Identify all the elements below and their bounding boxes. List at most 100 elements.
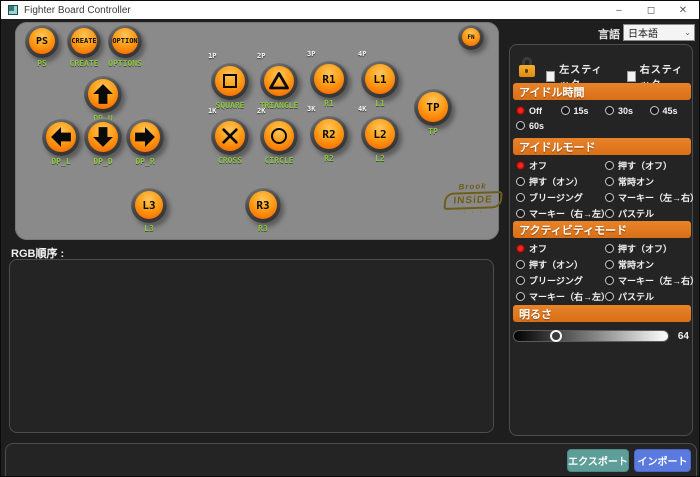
checkbox-icon[interactable] (546, 70, 556, 82)
fn-button[interactable]: FN (458, 24, 484, 50)
dp_l-button[interactable]: DP_L (42, 118, 80, 166)
radio-option[interactable]: 押す（オン） (513, 256, 602, 272)
brightness-slider-row: 64 (513, 330, 691, 342)
idle-time-header: アイドル時間 (513, 83, 691, 100)
r2-button[interactable]: 3K R2 R2 (307, 105, 348, 163)
title-bar: Fighter Board Controller – ◻ ✕ (1, 1, 699, 19)
radio-option[interactable]: マーキー（左→右） (602, 272, 699, 288)
radio-option[interactable]: 60s (513, 118, 558, 133)
radio-option[interactable]: パステル (602, 288, 691, 304)
radio-icon[interactable] (605, 208, 614, 218)
export-button[interactable]: エクスポート (567, 449, 629, 472)
radio-option[interactable]: 15s (558, 103, 603, 118)
triangle-icon (269, 72, 289, 90)
radio-icon[interactable] (516, 259, 525, 269)
tp-caption: TP (428, 127, 438, 136)
app-icon (8, 5, 18, 15)
settings-panel: 左スティック右スティック アイドル時間 Off15s30s45s60s アイドル… (509, 44, 699, 436)
import-button[interactable]: インポート (634, 449, 691, 472)
radio-option[interactable]: パステル (602, 205, 691, 221)
radio-icon[interactable] (516, 243, 525, 253)
rgb-order-panel (9, 259, 494, 433)
radio-option[interactable]: 45s (647, 103, 692, 118)
language-label: 言語 (598, 29, 620, 41)
radio-icon[interactable] (605, 192, 614, 202)
radio-icon[interactable] (516, 192, 525, 202)
radio-option[interactable]: 常時オン (602, 173, 691, 189)
radio-icon[interactable] (516, 160, 525, 170)
create-button[interactable]: CREATE CREATE (67, 24, 101, 68)
l1-caption: L1 (375, 99, 385, 108)
r1-button[interactable]: 3P R1 R1 (307, 50, 348, 108)
brightness-slider-thumb[interactable] (550, 330, 562, 342)
radio-icon[interactable] (516, 121, 525, 130)
r2-caption: R2 (324, 154, 334, 163)
language-selected: 日本語 (628, 29, 658, 40)
radio-option[interactable]: マーキー（右→左） (513, 288, 610, 304)
lock-icon[interactable] (518, 57, 536, 78)
radio-option[interactable]: Off (513, 103, 558, 118)
circle-slot-label: 2K (257, 107, 266, 115)
r3-button[interactable]: R3 R3 (245, 187, 281, 233)
minimize-button[interactable]: – (603, 1, 635, 19)
checkbox-icon[interactable] (626, 70, 636, 82)
ps-caption: PS (37, 59, 47, 68)
radio-option[interactable]: 押す（オン） (513, 173, 602, 189)
square-button[interactable]: 1P SQUARE (208, 52, 249, 110)
radio-option[interactable]: 押す（オフ） (602, 240, 691, 256)
radio-icon[interactable] (605, 106, 614, 115)
radio-icon[interactable] (560, 106, 570, 115)
radio-option[interactable]: マーキー（左→右） (602, 189, 699, 205)
radio-option[interactable]: オフ (513, 157, 602, 173)
activity-mode-header: アクティビティモード (513, 221, 691, 238)
close-button[interactable]: ✕ (667, 1, 699, 19)
radio-icon[interactable] (605, 259, 614, 269)
brightness-slider[interactable] (513, 330, 669, 342)
circle-button[interactable]: 2K CIRCLE (257, 107, 298, 165)
radio-icon[interactable] (516, 176, 525, 186)
radio-option[interactable]: ブリージング (513, 272, 602, 288)
radio-icon[interactable] (516, 208, 525, 218)
square-icon (223, 74, 237, 88)
circle-icon (271, 128, 287, 144)
radio-icon[interactable] (516, 106, 525, 115)
radio-icon[interactable] (649, 106, 659, 115)
cross-button[interactable]: 1K CROSS (208, 107, 249, 165)
radio-option[interactable]: 常時オン (602, 256, 691, 272)
radio-icon[interactable] (605, 291, 614, 301)
radio-icon[interactable] (605, 275, 614, 285)
language-dropdown[interactable]: 日本語 ⌄ (623, 24, 695, 41)
option-button[interactable]: OPTION OPTIONS (108, 24, 142, 68)
brightness-header: 明るさ (513, 305, 691, 322)
r1-slot-label: 3P (307, 50, 316, 58)
radio-option[interactable]: マーキー（右→左） (513, 205, 610, 221)
radio-icon[interactable] (605, 243, 614, 253)
r2-slot-label: 3K (307, 105, 316, 113)
activity-mode-group: オフ 押す（オフ） 押す（オン） 常時オン ブリージング マーキー（左→右） マーキー（右→… (513, 240, 699, 304)
create-caption: CREATE (69, 59, 99, 68)
chevron-down-icon: ⌄ (684, 28, 691, 37)
radio-icon[interactable] (605, 160, 614, 170)
radio-option[interactable]: 30s (602, 103, 647, 118)
ps-button[interactable]: PS PS (25, 24, 59, 68)
radio-option[interactable]: オフ (513, 240, 602, 256)
maximize-button[interactable]: ◻ (635, 1, 667, 19)
l3-button[interactable]: L3 L3 (131, 187, 167, 233)
dp_r-button[interactable]: DP_R (126, 118, 164, 166)
l1-button[interactable]: 4P L1 L1 (358, 50, 399, 108)
radio-option[interactable]: ブリージング (513, 189, 602, 205)
app-window: Fighter Board Controller – ◻ ✕ 言語 日本語 ⌄ … (0, 0, 700, 477)
radio-option[interactable]: 押す（オフ） (602, 157, 691, 173)
cross-caption: CROSS (217, 156, 243, 165)
square-slot-label: 1P (208, 52, 217, 60)
radio-icon[interactable] (516, 291, 525, 301)
tp-button[interactable]: TP TP (414, 88, 452, 136)
dp_d-button[interactable]: DP_D (84, 118, 122, 166)
radio-icon[interactable] (605, 176, 614, 186)
l2-button[interactable]: 4K L2 L2 (358, 105, 399, 163)
brook-inside-logo: Brook INSiDE · · · (443, 181, 503, 217)
dp_u-button[interactable]: DP_U (84, 75, 122, 123)
radio-icon[interactable] (516, 275, 525, 285)
r3-caption: R3 (258, 224, 268, 233)
triangle-button[interactable]: 2P TRIANGLE (257, 52, 298, 110)
